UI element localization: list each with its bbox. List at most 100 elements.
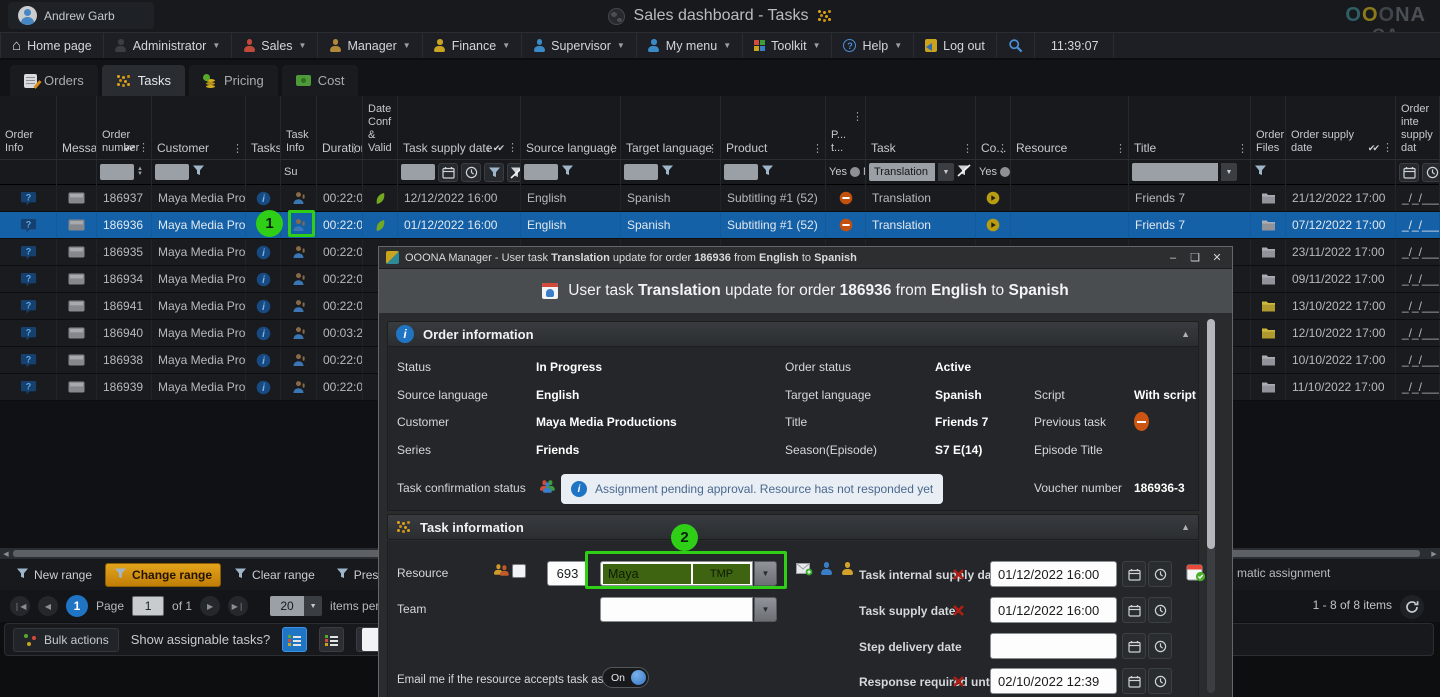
calendar-icon[interactable]: [1399, 163, 1419, 182]
open-task-cell[interactable]: [281, 320, 317, 346]
column-menu-icon[interactable]: ⋮: [852, 112, 863, 123]
cell-order-number[interactable]: 186938: [97, 347, 152, 373]
column-menu-icon[interactable]: ⋮: [138, 143, 149, 154]
column-header-task[interactable]: Task⋮: [866, 96, 976, 159]
clock-button[interactable]: [1148, 597, 1172, 623]
cell-duration[interactable]: 00:22:00: [317, 266, 363, 292]
cell-date-conf-valid[interactable]: [363, 212, 398, 238]
cell-order-number[interactable]: 186935: [97, 239, 152, 265]
cell-order-files[interactable]: [1251, 239, 1286, 265]
message-icon-cell[interactable]: [57, 374, 97, 400]
cell-order-files[interactable]: [1251, 347, 1286, 373]
column-menu-icon[interactable]: ⋮: [1115, 144, 1126, 155]
cell-order-number[interactable]: 186939: [97, 374, 152, 400]
order-info-icon-cell[interactable]: ?: [0, 293, 57, 319]
cell-order-internal-supply-date[interactable]: _/_/___: [1396, 185, 1440, 211]
clock-button[interactable]: [1148, 561, 1172, 587]
message-icon-cell[interactable]: [57, 212, 97, 238]
cell-order-internal-supply-date[interactable]: _/_/___: [1396, 239, 1440, 265]
yes-radio[interactable]: [850, 167, 860, 177]
cell-customer[interactable]: Maya Media Pro...: [152, 185, 246, 211]
column-header-duration[interactable]: Duration⋮: [317, 96, 363, 159]
filter-funnel-icon[interactable]: [761, 164, 774, 180]
filter-funnel-icon[interactable]: [192, 164, 205, 180]
approve-all-icon[interactable]: ✔✔: [493, 142, 502, 155]
cell-order-number[interactable]: 186937: [97, 185, 152, 211]
order-info-icon-cell[interactable]: ?: [0, 239, 57, 265]
next-page-button[interactable]: ▶: [200, 596, 220, 616]
cell-source-language[interactable]: English: [521, 185, 621, 211]
message-icon-cell[interactable]: [57, 347, 97, 373]
column-header-message[interactable]: Message:: [57, 96, 97, 159]
cell-order-internal-supply-date[interactable]: _/_/___: [1396, 374, 1440, 400]
cell-order-supply-date[interactable]: 23/11/2022 17:00: [1286, 239, 1396, 265]
send-mail-icon[interactable]: [796, 563, 813, 581]
cell-customer[interactable]: Maya Media Pro...: [152, 293, 246, 319]
current-page-badge[interactable]: 1: [66, 595, 88, 617]
menu-item-manager[interactable]: Manager▼: [318, 33, 422, 58]
cell-order-internal-supply-date[interactable]: _/_/___: [1396, 293, 1440, 319]
cell-order-files[interactable]: [1251, 320, 1286, 346]
cell-order-files[interactable]: [1251, 212, 1286, 238]
yes-radio[interactable]: [1000, 167, 1010, 177]
column-menu-icon[interactable]: ⋮: [507, 143, 518, 154]
column-header-task-supply-date[interactable]: Task supply date↓✔✔⋮: [398, 96, 521, 159]
page-size-select[interactable]: 20: [270, 596, 304, 616]
message-icon-cell[interactable]: [57, 239, 97, 265]
column-menu-icon[interactable]: ⋮: [1237, 144, 1248, 155]
task-supply-date-input[interactable]: [990, 597, 1117, 623]
cell-title[interactable]: Friends 7: [1129, 185, 1251, 211]
first-page-button[interactable]: ❘◀: [10, 596, 30, 616]
column-menu-icon[interactable]: ⋮: [812, 144, 823, 155]
cell-duration[interactable]: 00:22:00: [317, 347, 363, 373]
menu-item-my-menu[interactable]: My menu▼: [637, 33, 743, 58]
filter-funnel-icon[interactable]: [561, 164, 574, 180]
filter-funnel-icon[interactable]: [1254, 164, 1267, 180]
open-task-cell[interactable]: [281, 239, 317, 265]
column-menu-icon[interactable]: ⋮: [962, 144, 973, 155]
cell-task[interactable]: Translation: [866, 212, 976, 238]
order-info-icon-cell[interactable]: ?: [0, 374, 57, 400]
column-header-order-number[interactable]: Order number✔✔⋮: [97, 96, 152, 159]
cell-duration[interactable]: 00:22:00: [317, 293, 363, 319]
cell-source-language[interactable]: English: [521, 212, 621, 238]
column-header-title[interactable]: Title⋮: [1129, 96, 1251, 159]
cell-customer[interactable]: Maya Media Pro...: [152, 212, 246, 238]
cell-order-supply-date[interactable]: 10/10/2022 17:00: [1286, 347, 1396, 373]
open-task-cell[interactable]: [281, 374, 317, 400]
message-icon-cell[interactable]: [57, 293, 97, 319]
message-icon-cell[interactable]: [57, 266, 97, 292]
calendar-button[interactable]: [1122, 597, 1146, 623]
new-range-button[interactable]: New range: [8, 564, 100, 586]
cell-order-files[interactable]: [1251, 266, 1286, 292]
column-header-order-files[interactable]: Order Files: [1251, 96, 1286, 159]
cell-order-supply-date[interactable]: 09/11/2022 17:00: [1286, 266, 1396, 292]
menu-item-sales[interactable]: Sales▼: [232, 33, 318, 58]
cell-previous-task[interactable]: [826, 185, 866, 211]
resource-person-icon[interactable]: [841, 562, 853, 575]
cell-customer[interactable]: Maya Media Pro...: [152, 320, 246, 346]
open-task-cell[interactable]: [281, 266, 317, 292]
cell-confirmed[interactable]: [976, 212, 1011, 238]
order-information-section-header[interactable]: i Order information ▲: [387, 321, 1199, 347]
cell-tasks[interactable]: i: [246, 185, 281, 211]
column-header-p-t[interactable]: P... t...⋮: [826, 96, 866, 159]
calendar-button[interactable]: [1122, 633, 1146, 659]
menu-item-supervisor[interactable]: Supervisor▼: [522, 33, 637, 58]
cell-customer[interactable]: Maya Media Pro...: [152, 374, 246, 400]
filter-input[interactable]: [524, 164, 558, 180]
filter-input[interactable]: [724, 164, 758, 180]
open-task-cell[interactable]: [281, 185, 317, 211]
cell-order-supply-date[interactable]: 12/10/2022 17:00: [1286, 320, 1396, 346]
cell-resource[interactable]: [1011, 212, 1129, 238]
column-menu-icon[interactable]: ⋮: [997, 144, 1008, 155]
column-header-tasks[interactable]: Tasks: [246, 96, 281, 159]
column-header-order-info[interactable]: Order Info: [0, 96, 57, 159]
cell-title[interactable]: Friends 7: [1129, 212, 1251, 238]
bulk-actions-button[interactable]: Bulk actions: [13, 628, 119, 652]
dropdown-icon[interactable]: ▼: [1221, 163, 1237, 181]
cell-customer[interactable]: Maya Media Pro...: [152, 266, 246, 292]
cell-task[interactable]: Translation: [866, 185, 976, 211]
refresh-button[interactable]: [1400, 595, 1424, 619]
supply-date-check-icon[interactable]: [1186, 563, 1206, 587]
